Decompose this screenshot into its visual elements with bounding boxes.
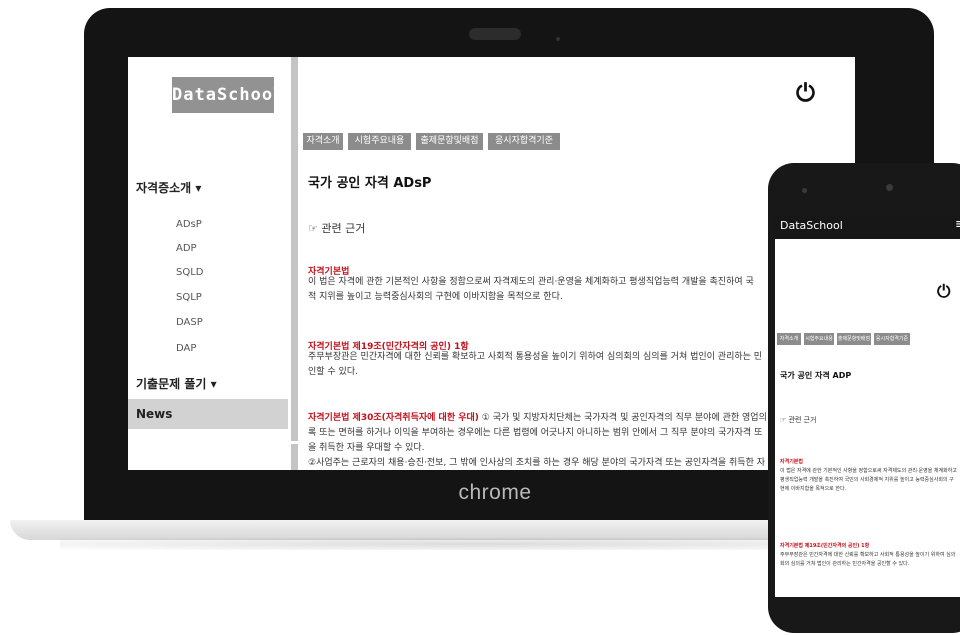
sidebar-scrollbar-lower[interactable] [291, 444, 298, 470]
sidebar-item-dasp[interactable]: DASP [176, 317, 203, 328]
laptop-camera-bar [469, 28, 521, 40]
phone-section1-line3: 현에 이바지함을 목적으로 한다. [780, 486, 847, 492]
phone-screen: DataSchool ≡ ⏻ 자격소개 시험주요내용 출제문항및배점 응시자합격… [775, 215, 960, 597]
laptop-camera-dot [556, 37, 560, 41]
sidebar-item-adp[interactable]: ADP [176, 243, 197, 254]
sidebar-scrollbar[interactable] [291, 57, 298, 441]
phone-section1-line1: 이 법은 자격에 관한 기본적인 사항을 정함으로써 자격제도의 관리·운영을 … [780, 468, 957, 474]
section3-title: 자격기본법 제30조(자격취득자에 대한 우대) [308, 413, 479, 423]
tab-intro[interactable]: 자격소개 [303, 133, 343, 150]
tab-main-content[interactable]: 시험주요내용 [348, 133, 411, 150]
sidebar-section-certificates[interactable]: 자격증소개 ▾ [136, 179, 201, 196]
phone-related-basis-heading: ☞ 관련 근거 [780, 416, 817, 424]
section2-line1: 주무부장관은 민간자격에 대한 신뢰를 확보하고 사회적 통용성을 높이기 위하… [308, 352, 763, 362]
laptop-screen: DataSchool 자격증소개 ▾ ADsP ADP SQLD SQLP DA… [128, 57, 855, 470]
section3-line0: ① 국가 및 지방자치단체는 국가자격 및 공인자격의 직무 분야에 관한 영업… [478, 413, 767, 423]
site-logo[interactable]: DataSchool [172, 77, 283, 113]
chromebook-logo-text: chrome [458, 481, 532, 504]
page-title: 국가 공인 자격 ADsP [308, 176, 432, 191]
tab-pass-criteria[interactable]: 응시자합격기준 [488, 133, 560, 150]
sidebar-item-sqlp[interactable]: SQLP [176, 292, 202, 303]
section1-line2: 적 지위를 높이고 능력중심사회의 구현에 이바지함을 목적으로 한다. [308, 292, 563, 302]
sidebar-item-news[interactable]: News [128, 399, 288, 429]
section3-line3: ②사업주는 근로자의 채용·승진·전보, 그 밖에 인사상의 조치를 하는 경우… [308, 458, 766, 468]
phone-section2-line1: 주무부장관은 민간자격에 대한 신뢰를 확보하고 사회적 통용성을 높이기 위하… [780, 552, 956, 558]
phone-tab-questions-scoring[interactable]: 출제문항및배점 [837, 333, 871, 345]
sidebar-item-news-label: News [136, 407, 173, 421]
phone-section2-title: 자격기본법 제19조(민간자격의 공인) 1항 [780, 543, 870, 549]
sidebar-item-dap[interactable]: DAP [176, 343, 196, 354]
phone-logo[interactable]: DataSchool [780, 219, 843, 232]
phone-section2-line2: 회의 심의를 거쳐 법인이 관리하는 민간자격을 공인할 수 있다. [780, 561, 910, 567]
phone-topbar: DataSchool ≡ [775, 215, 960, 239]
phone-tab-intro[interactable]: 자격소개 [777, 333, 801, 345]
phone-tab-main-content[interactable]: 시험주요내용 [804, 333, 834, 345]
section3-line2: 을 취득한 자를 우대할 수 있다. [308, 443, 425, 453]
section2-line2: 인할 수 있다. [308, 367, 358, 377]
sidebar: DataSchool 자격증소개 ▾ ADsP ADP SQLD SQLP DA… [128, 57, 288, 470]
sidebar-item-adsp[interactable]: ADsP [176, 219, 202, 230]
hamburger-menu-icon[interactable]: ≡ [955, 217, 960, 232]
phone-speaker-dot [802, 188, 807, 193]
phone-page-title: 국가 공인 자격 ADP [780, 371, 852, 380]
section3-first-line: 자격기본법 제30조(자격취득자에 대한 우대) ① 국가 및 지방자치단체는 … [308, 412, 767, 424]
related-basis-heading: ☞ 관련 근거 [308, 222, 366, 235]
tab-questions-scoring[interactable]: 출제문항및배점 [416, 133, 483, 150]
phone-section1-title: 자격기본법 [780, 459, 804, 465]
phone-tab-pass-criteria[interactable]: 응시자합격기준 [874, 333, 910, 345]
sidebar-item-sqld[interactable]: SQLD [176, 267, 204, 278]
section3-line1: 록 또는 면허를 하거나 이익을 부여하는 경우에는 다른 법령에 어긋나지 아… [308, 428, 763, 438]
power-icon[interactable]: ⏻ [796, 79, 815, 107]
section1-line1: 이 법은 자격에 관한 기본적인 사항을 정함으로써 자격제도의 관리·운영을 … [308, 277, 754, 287]
phone-section1-line2: 평생직업능력 개발을 촉진하여 국민의 사회경제적 지위를 높이고 능력중심사회… [780, 477, 954, 483]
phone-power-icon[interactable]: ⏻ [937, 282, 950, 302]
sidebar-section-past-exams[interactable]: 기출문제 풀기 ▾ [136, 375, 217, 392]
phone-camera-dot [886, 184, 893, 191]
